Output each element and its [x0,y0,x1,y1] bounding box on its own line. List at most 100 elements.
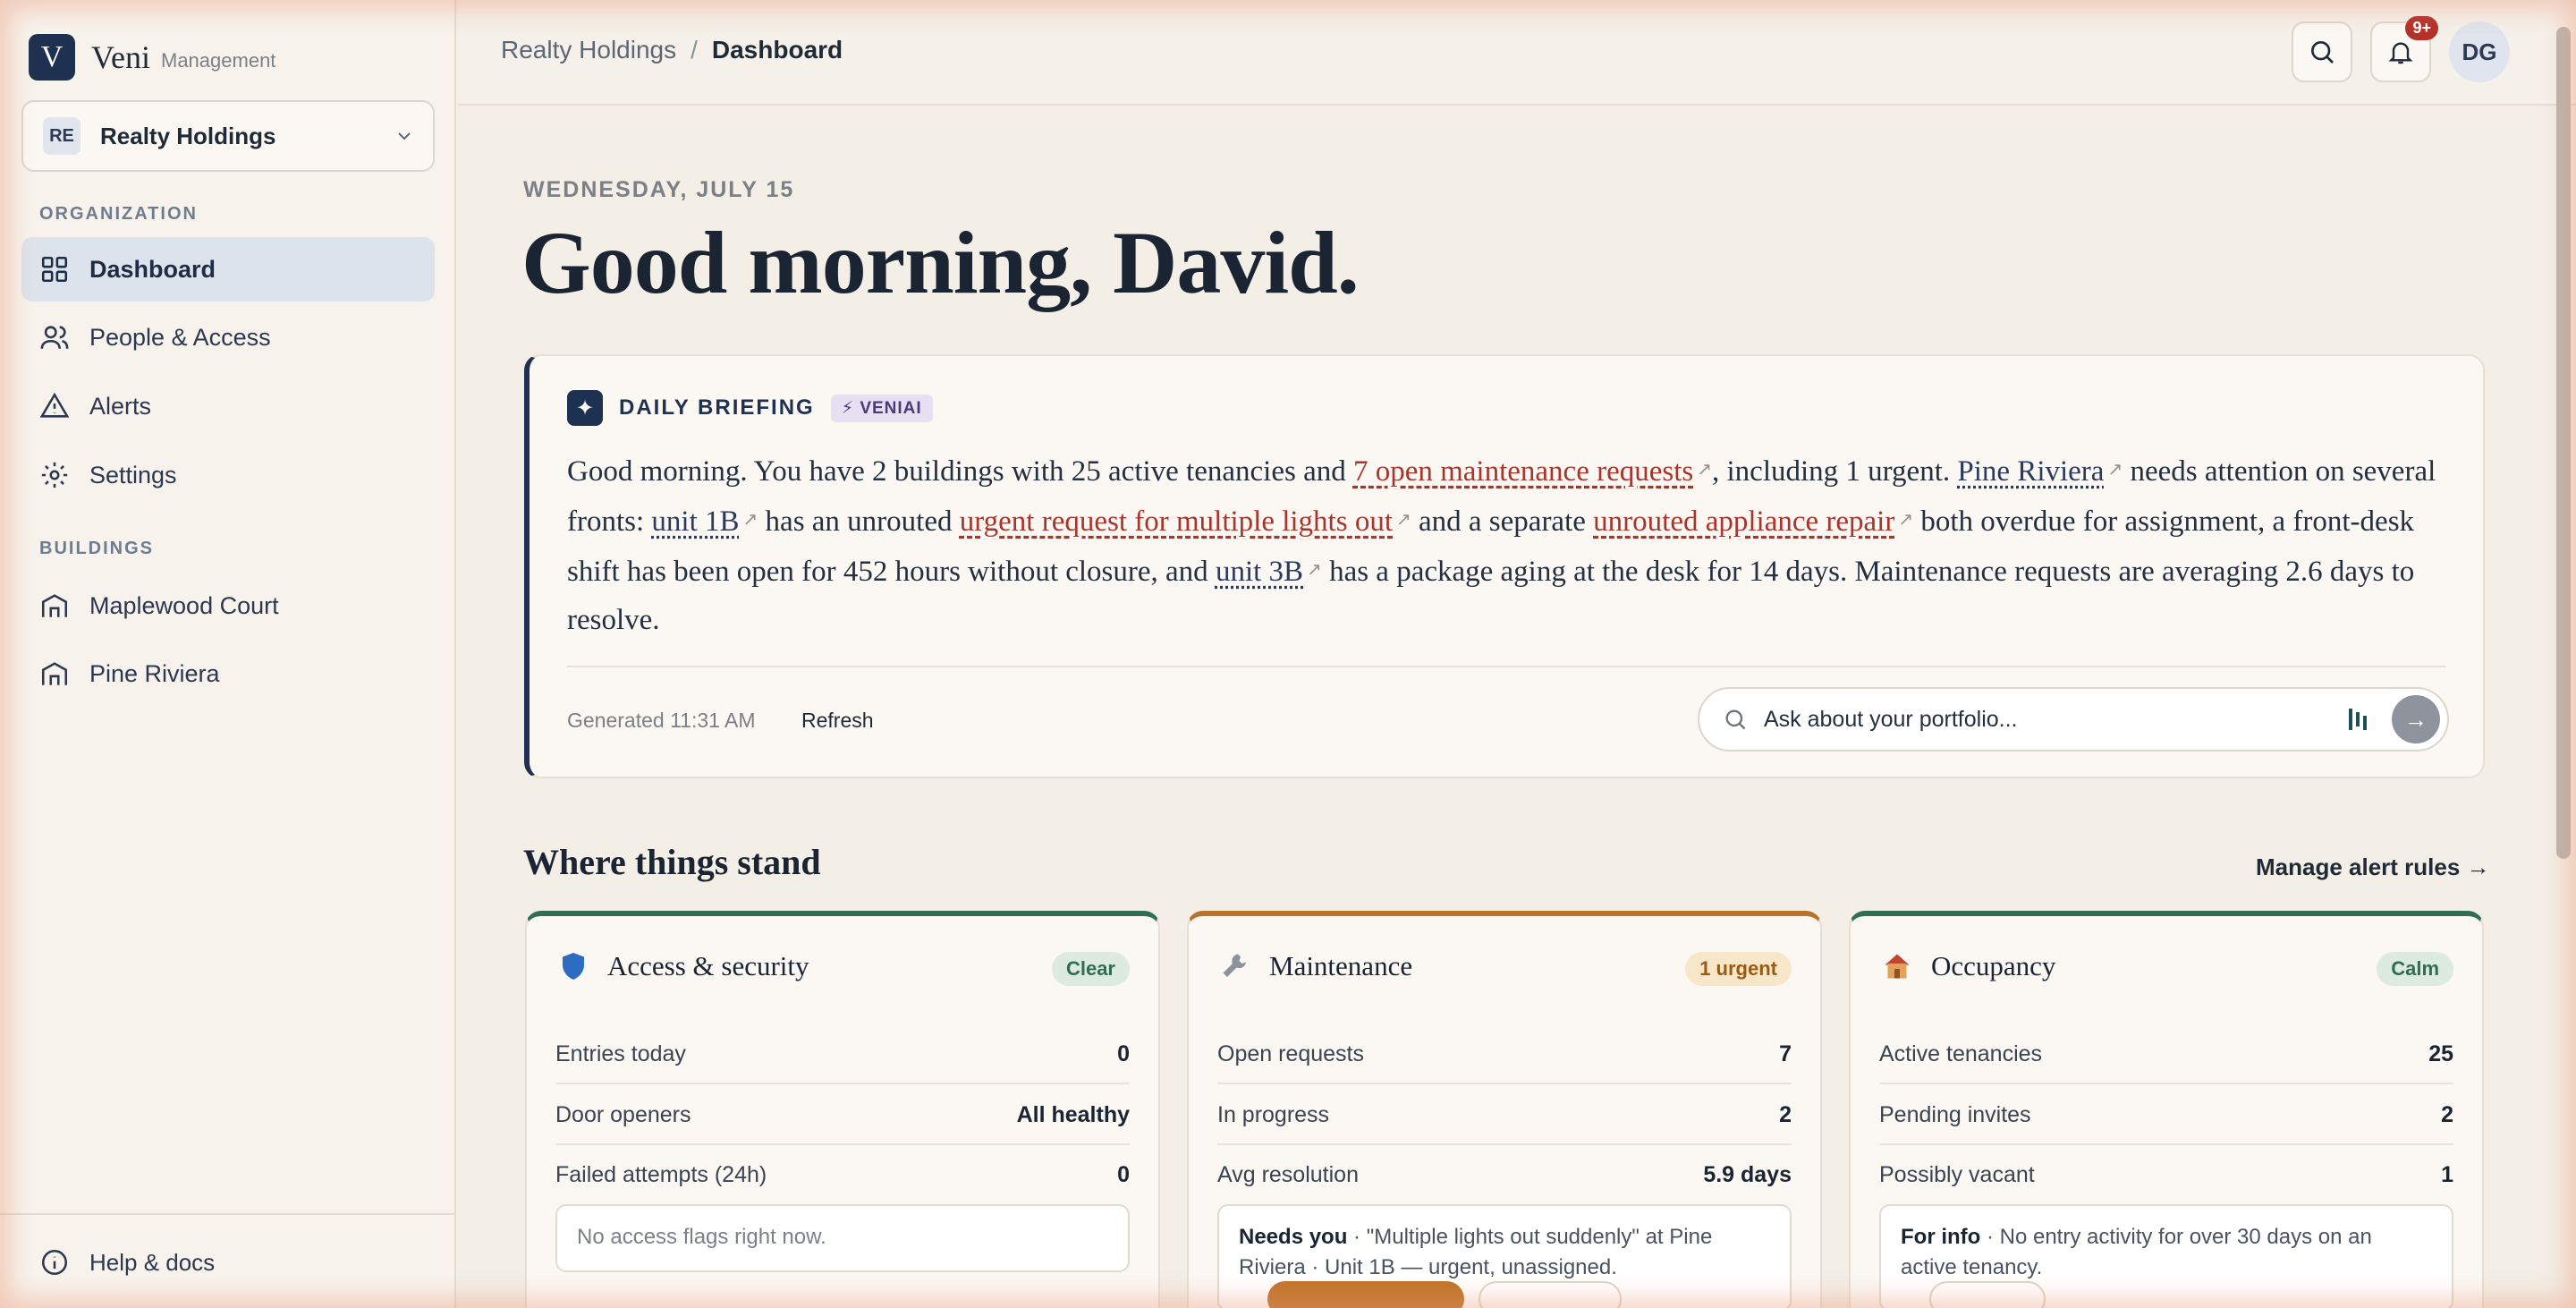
sidebar-item-label: Maplewood Court [89,591,279,619]
sidebar: V Veni Management RE Realty Holdings ORG… [0,0,456,1308]
ai-badge: ⚡ VENIAI [830,394,933,422]
ask-portfolio-box: → [1698,687,2449,752]
stat-value: 0 [1117,1161,1130,1187]
sidebar-item-maplewood-court[interactable]: Maplewood Court [21,573,435,638]
briefing-text-part: , including 1 urgent. [1712,455,1958,488]
card-note: Needs you · "Multiple lights out suddenl… [1217,1204,1792,1308]
brand[interactable]: V Veni Management [29,34,275,81]
link-appliance-repair[interactable]: unrouted appliance repair [1593,505,1894,538]
building-icon [41,662,68,685]
stat-row: In progress 2 [1217,1086,1792,1145]
sidebar-item-settings[interactable]: Settings [21,443,435,507]
arrow-icon: ↗ [1396,510,1411,530]
alert-triangle-icon [39,392,70,418]
search-icon [1725,709,1746,730]
link-unit-3b[interactable]: unit 3B [1216,556,1303,588]
org-name: Realty Holdings [100,122,276,149]
card-note-lead: Needs you [1239,1225,1348,1249]
ask-portfolio-input[interactable] [1764,706,2347,733]
card-header: Occupancy [1881,950,2055,982]
status-badge: 1 urgent [1685,952,1792,986]
section-label-organization: ORGANIZATION [39,204,198,224]
help-docs-link[interactable]: Help & docs [39,1247,215,1278]
stat-label: In progress [1217,1101,1330,1127]
sidebar-item-label: Pine Riviera [89,659,220,687]
manage-alert-rules-link[interactable]: Manage alert rules → [2256,854,2490,881]
refresh-button[interactable]: Refresh [801,709,874,733]
stat-label: Pending invites [1879,1101,2031,1127]
arrow-icon: ↗ [2107,460,2123,480]
link-open-maintenance[interactable]: 7 open maintenance requests [1353,455,1693,488]
card-note: For info · No entry activity for over 30… [1879,1204,2453,1308]
help-label: Help & docs [89,1248,216,1276]
divider [567,666,2445,667]
stat-value: 25 [2428,1040,2453,1066]
sidebar-item-dashboard[interactable]: Dashboard [21,237,435,302]
search-button[interactable] [2292,21,2352,82]
breadcrumb-separator: / [691,36,698,64]
wrench-icon [1223,954,1246,977]
avatar[interactable]: DG [2449,21,2510,82]
stat-label: Possibly vacant [1879,1161,2035,1187]
stat-label: Entries today [555,1040,686,1066]
brand-name: Veni [91,39,150,75]
status-badge: Calm [2377,952,2453,986]
status-badge: Clear [1051,952,1130,986]
stat-value: 2 [2441,1101,2453,1127]
bell-icon [2388,42,2413,64]
scrollbar[interactable] [2556,27,2571,859]
info-icon [41,1249,68,1276]
link-urgent-request[interactable]: urgent request for multiple lights out [960,505,1393,538]
card-maintenance: Maintenance 1 urgent Open requests 7 In p… [1187,911,1822,1308]
breadcrumb-current: Dashboard [711,36,843,64]
notifications-button[interactable]: 9+ [2370,16,2438,82]
card-occupancy: Occupancy Calm Active tenancies 25 Pendin… [1849,911,2484,1308]
stat-label: Avg resolution [1217,1161,1359,1187]
briefing-text-part: and a separate [1411,505,1594,538]
sparkle-icon: ✦ [567,390,603,426]
sidebar-footer: Help & docs [0,1213,454,1308]
arrow-icon: ↗ [1898,510,1914,530]
breadcrumb-org[interactable]: Realty Holdings [501,36,676,64]
users-icon [40,326,69,349]
secondary-button[interactable] [1479,1281,1622,1308]
stat-label: Open requests [1217,1040,1364,1066]
stat-label: Failed attempts (24h) [555,1161,767,1187]
view-button[interactable] [1929,1281,2046,1308]
stat-row: Door openers All healthy [555,1086,1130,1145]
sidebar-item-alerts[interactable]: Alerts [21,374,435,438]
card-note-lead: For info [1901,1225,1981,1249]
card-header: Access & security [557,950,809,982]
brand-logo: V [29,34,75,81]
building-icon [41,594,68,617]
section-title: Where things stand [523,842,821,882]
sidebar-item-label: Dashboard [89,255,216,283]
briefing-title: DAILY BRIEFING [619,395,815,420]
generated-time: Generated 11:31 AM [567,709,756,732]
stat-row: Failed attempts (24h) 0 [555,1145,1130,1204]
stat-value: 1 [2441,1161,2453,1187]
link-pine-riviera[interactable]: Pine Riviera [1957,455,2104,488]
send-button[interactable]: → [2392,695,2440,743]
stat-row: Possibly vacant 1 [1879,1145,2453,1204]
briefing-text-part: Good morning. You have 2 buildings with … [567,455,1353,488]
card-note-text: No access flags right now. [577,1225,826,1249]
sidebar-item-pine-riviera[interactable]: Pine Riviera [21,641,435,706]
house-icon [1885,954,1910,979]
shield-icon [563,953,584,980]
voice-input-icon[interactable] [2347,707,2372,732]
brand-sub: Management [161,49,276,72]
briefing-text-part: has an unrouted [758,505,960,538]
page-title: Good morning, David. [521,213,1360,312]
topbar: Realty Holdings / Dashboard 9+ DG [458,0,2576,106]
chevron-down-icon [398,132,411,140]
sidebar-item-people-access[interactable]: People & Access [21,305,435,369]
link-unit-1b[interactable]: unit 1B [651,505,739,538]
stat-row: Pending invites 2 [1879,1086,2453,1145]
section-label-buildings: BUILDINGS [39,539,154,558]
card-access-security: Access & security Clear Entries today 0 D… [525,911,1160,1308]
stat-value: 5.9 days [1703,1161,1792,1187]
assign-button[interactable] [1267,1281,1464,1308]
org-switcher[interactable]: RE Realty Holdings [21,100,435,172]
breadcrumb: Realty Holdings / Dashboard [501,36,843,64]
